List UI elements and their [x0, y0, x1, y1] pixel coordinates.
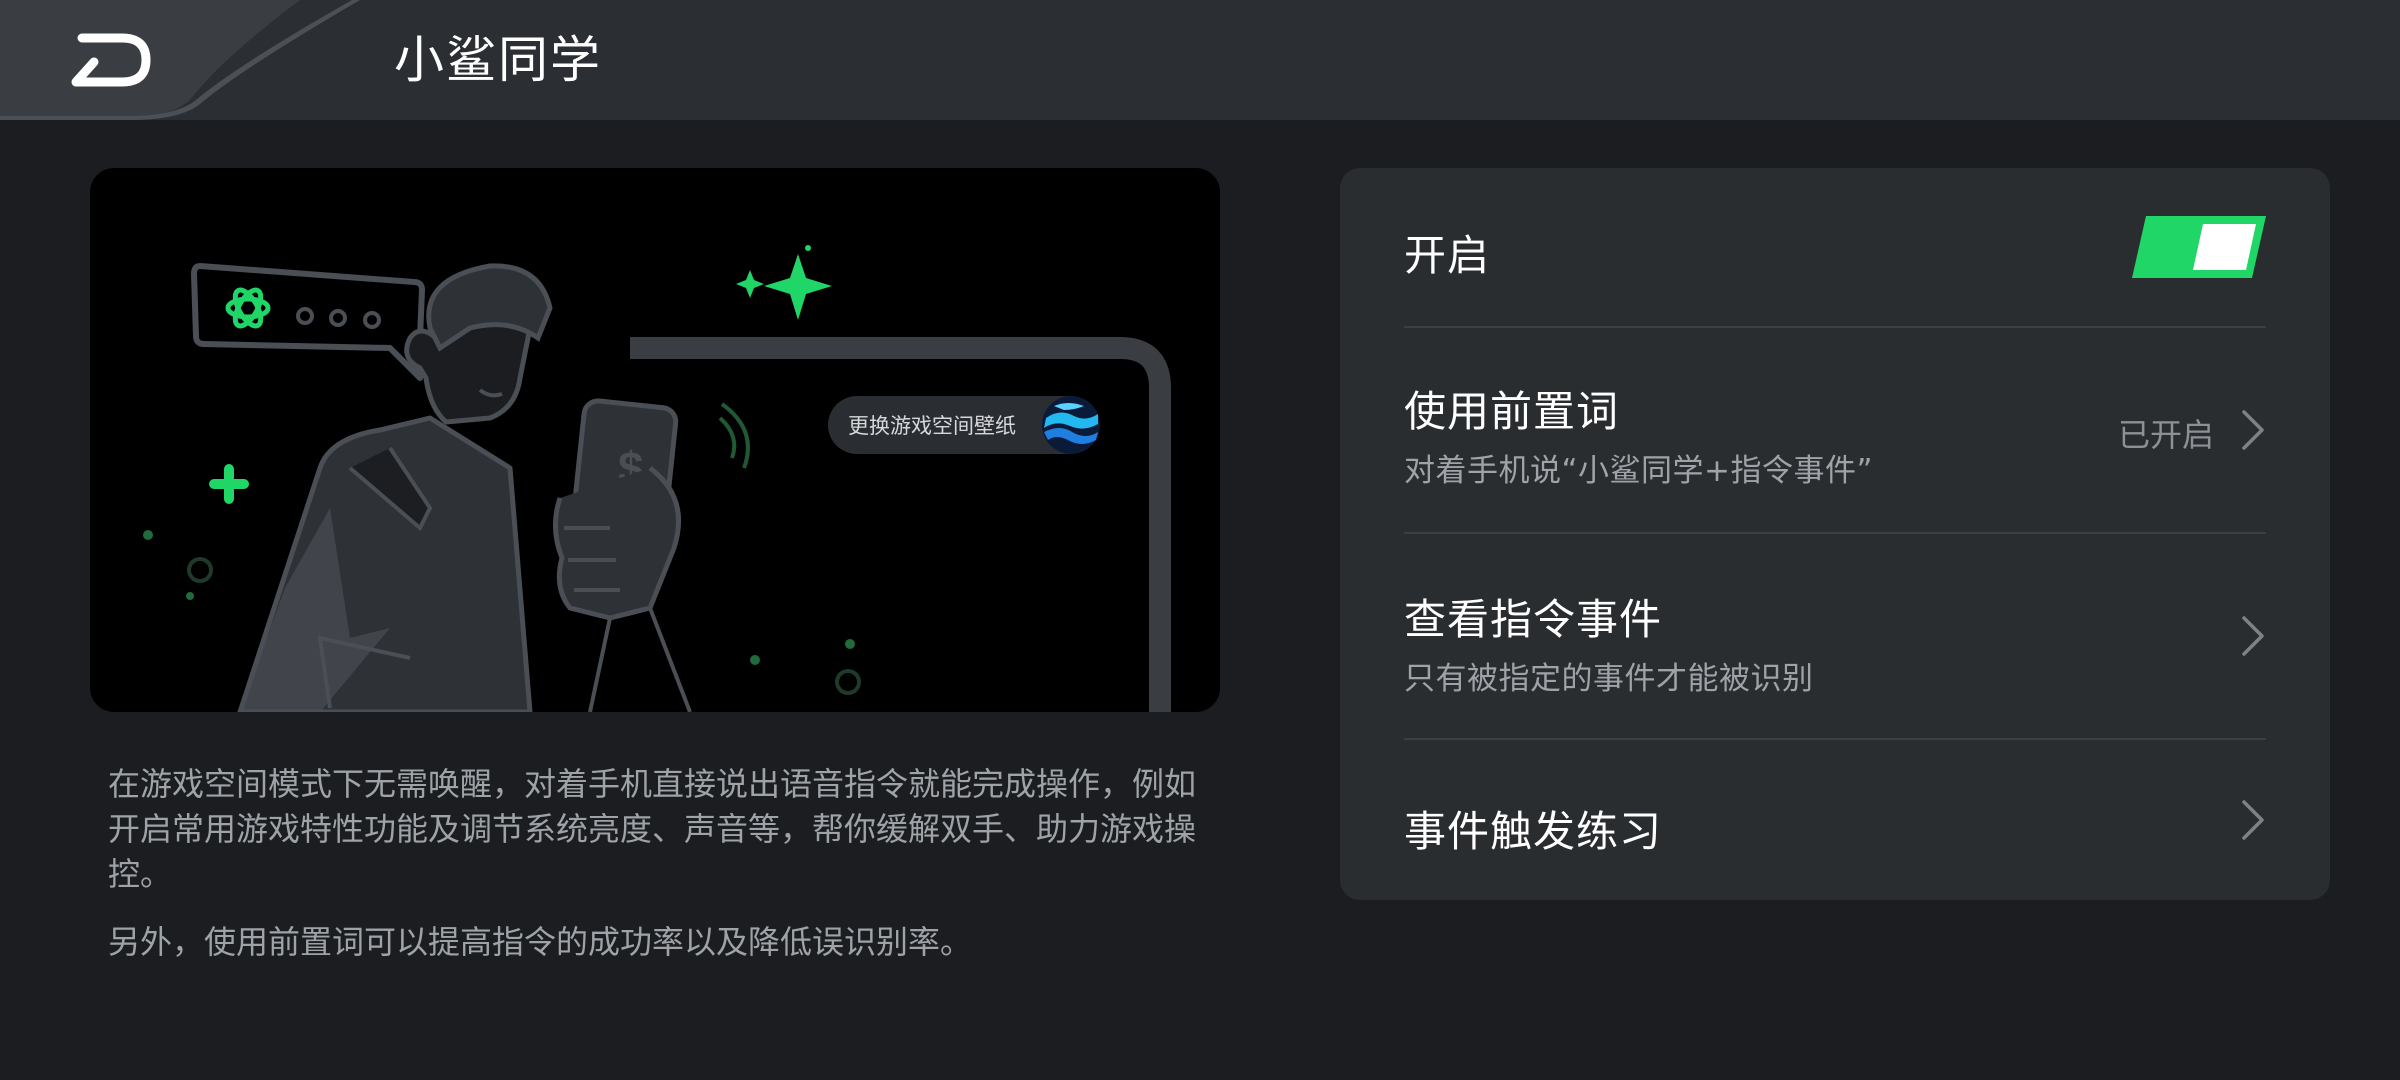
enable-toggle-switch[interactable]	[2132, 216, 2266, 278]
prefix-word-note: 另外，使用前置词可以提高指令的成功率以及降低误识别率。	[108, 923, 973, 961]
view-commands-title: 查看指令事件	[1404, 595, 1663, 644]
page-title: 小鲨同学	[394, 31, 602, 89]
change-wallpaper-label: 更换游戏空间壁纸	[848, 414, 1016, 438]
view-commands-subtitle: 只有被指定的事件才能被识别	[1404, 661, 1814, 697]
chevron-right-icon	[2242, 616, 2264, 656]
back-button[interactable]	[0, 0, 380, 120]
back-arrow-icon	[0, 0, 380, 120]
practice-row[interactable]: 事件触发练习	[1404, 740, 2266, 900]
change-wallpaper-button[interactable]: 更换游戏空间壁纸	[828, 396, 1100, 454]
feature-description: 在游戏空间模式下无需唤醒，对着手机直接说出语音指令就能完成操作，例如开启常用游戏…	[108, 765, 1197, 893]
hero-illustration: $ 更换游戏空间壁纸	[90, 168, 1220, 712]
enable-label: 开启	[1404, 231, 1491, 280]
view-commands-row[interactable]: 查看指令事件 只有被指定的事件才能被识别	[1404, 534, 2266, 738]
prefix-word-subtitle: 对着手机说“小鲨同学+指令事件”	[1404, 453, 1874, 489]
atom-icon	[225, 287, 271, 329]
wallpaper-orb-icon	[1042, 396, 1100, 454]
practice-title: 事件触发练习	[1404, 807, 1663, 856]
prefix-word-title: 使用前置词	[1404, 387, 1620, 436]
prefix-word-status: 已开启	[2117, 416, 2214, 454]
settings-panel: 开启 使用前置词 对着手机说“小鲨同学+指令事件” 已开启 查看指令事件 只有被…	[1340, 168, 2330, 900]
chevron-right-icon	[2242, 410, 2264, 450]
top-bar: 小鲨同学	[0, 0, 2400, 120]
chevron-right-icon	[2242, 800, 2264, 840]
